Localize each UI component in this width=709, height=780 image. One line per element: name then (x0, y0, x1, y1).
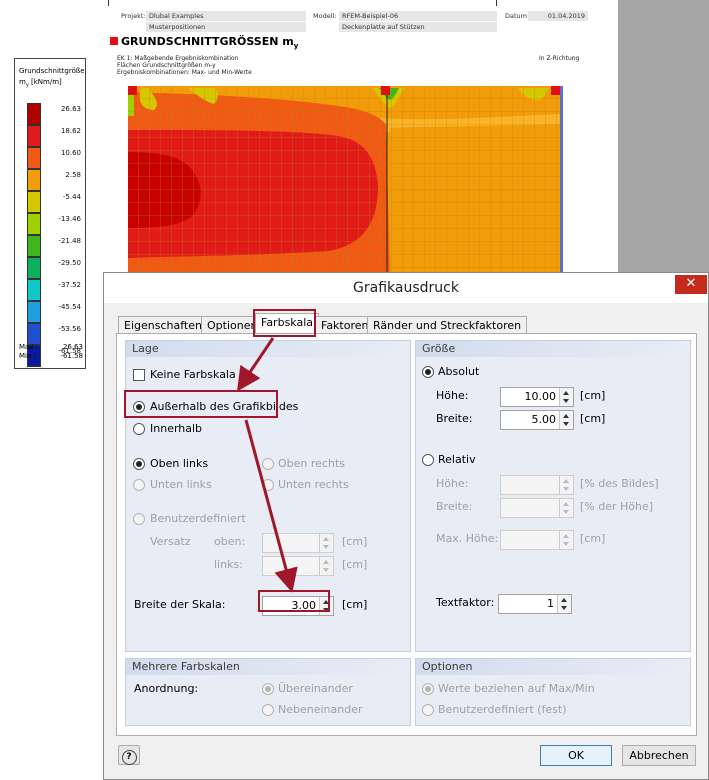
arrow-to-breite (244, 419, 298, 593)
arrow-to-ausserhalb (236, 337, 275, 392)
annotation-arrows (236, 337, 298, 593)
